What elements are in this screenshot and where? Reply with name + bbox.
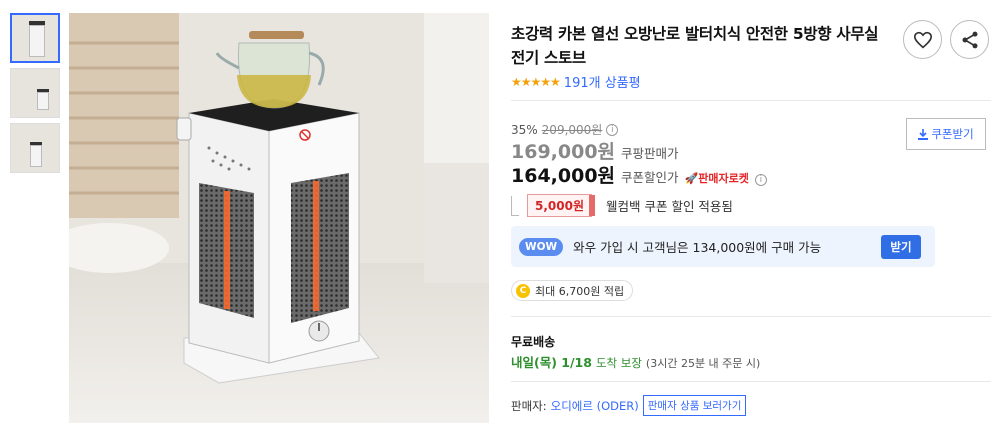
sale-price-label: 쿠팡판매가 [621,146,679,161]
share-button[interactable] [950,20,989,59]
info-icon[interactable]: i [606,123,619,136]
wow-membership-box: WOW 와우 가입 시 고객님은 134,000원에 구매 가능 받기 [511,226,935,267]
sale-price: 169,000원 [511,141,616,163]
divider [511,381,991,382]
info-icon[interactable]: i [754,174,767,186]
delivery-guarantee: 도착 보장 [595,356,642,370]
coupon-download-button[interactable]: 쿠폰받기 [906,118,986,150]
order-cutoff: (3시간 25분 내 주문 시) [645,357,761,370]
welcome-coupon-text: 웰컴백 쿠폰 할인 적용됨 [606,199,733,214]
shipping-title: 무료배송 [511,335,556,349]
cash-reward-text: 최대 6,700원 적립 [535,284,625,298]
bracket-line [511,195,519,216]
delivery-date: 내일(목) 1/18 [511,355,592,370]
cash-coin-icon: C [516,283,530,298]
seller-row: 판매자: 오디에르 (ODER) 판매자 상품 보러가기 [511,395,747,416]
cash-reward-pill: C 최대 6,700원 적립 [511,280,634,301]
thumbnail-list [10,13,60,178]
wow-badge: WOW [519,237,564,256]
coupon-price-label: 쿠폰할인가 [621,170,679,185]
discount-row: 35% 209,000원 i [511,121,619,138]
wishlist-button[interactable] [903,20,942,59]
delivery-row: 내일(목) 1/18 도착 보장 (3시간 25분 내 주문 시) [511,352,760,371]
star-rating: ★★★★★ [511,74,561,89]
welcome-coupon-tag: 5,000원 [527,194,595,217]
coupon-download-label: 쿠폰받기 [931,127,974,141]
coupon-price-row: 164,000원 쿠폰할인가 🚀판매자로켓 i [511,161,767,188]
wow-text: 와우 가입 시 고객님은 134,000원에 구매 가능 [573,240,822,255]
wow-join-button[interactable]: 받기 [881,235,921,259]
sale-price-row: 169,000원 쿠팡판매가 [511,137,679,164]
thumbnail-3[interactable] [10,123,60,173]
heater-illustration [69,13,489,423]
discount-rate: 35% [511,122,538,137]
share-icon [962,31,977,48]
download-icon [918,128,929,140]
review-count-link[interactable]: 191개 상품평 [564,72,641,91]
divider [511,316,991,317]
seller-label: 판매자: [511,398,547,413]
heart-icon [913,31,932,48]
divider [511,100,991,101]
seller-name-link[interactable]: 오디에르 (ODER) [551,398,639,414]
product-title: 초강력 카본 열선 오방난로 발터치식 안전한 5방향 사무실 전기 스토브 [511,25,879,67]
original-price: 209,000원 [541,123,603,137]
rating-row: ★★★★★ 191개 상품평 [511,72,641,92]
thumb-heater [30,145,42,167]
thumb-heater [29,25,45,57]
coupon-price: 164,000원 [511,165,616,187]
thumbnail-2[interactable] [10,68,60,118]
thumb-heater [37,92,49,110]
rocket-badge: 🚀판매자로켓 [684,172,749,185]
thumbnail-1[interactable] [10,13,60,63]
seller-products-button[interactable]: 판매자 상품 보러가기 [642,395,747,416]
welcome-coupon-row: 5,000원 웰컴백 쿠폰 할인 적용됨 [511,194,733,217]
main-product-image [69,13,489,423]
